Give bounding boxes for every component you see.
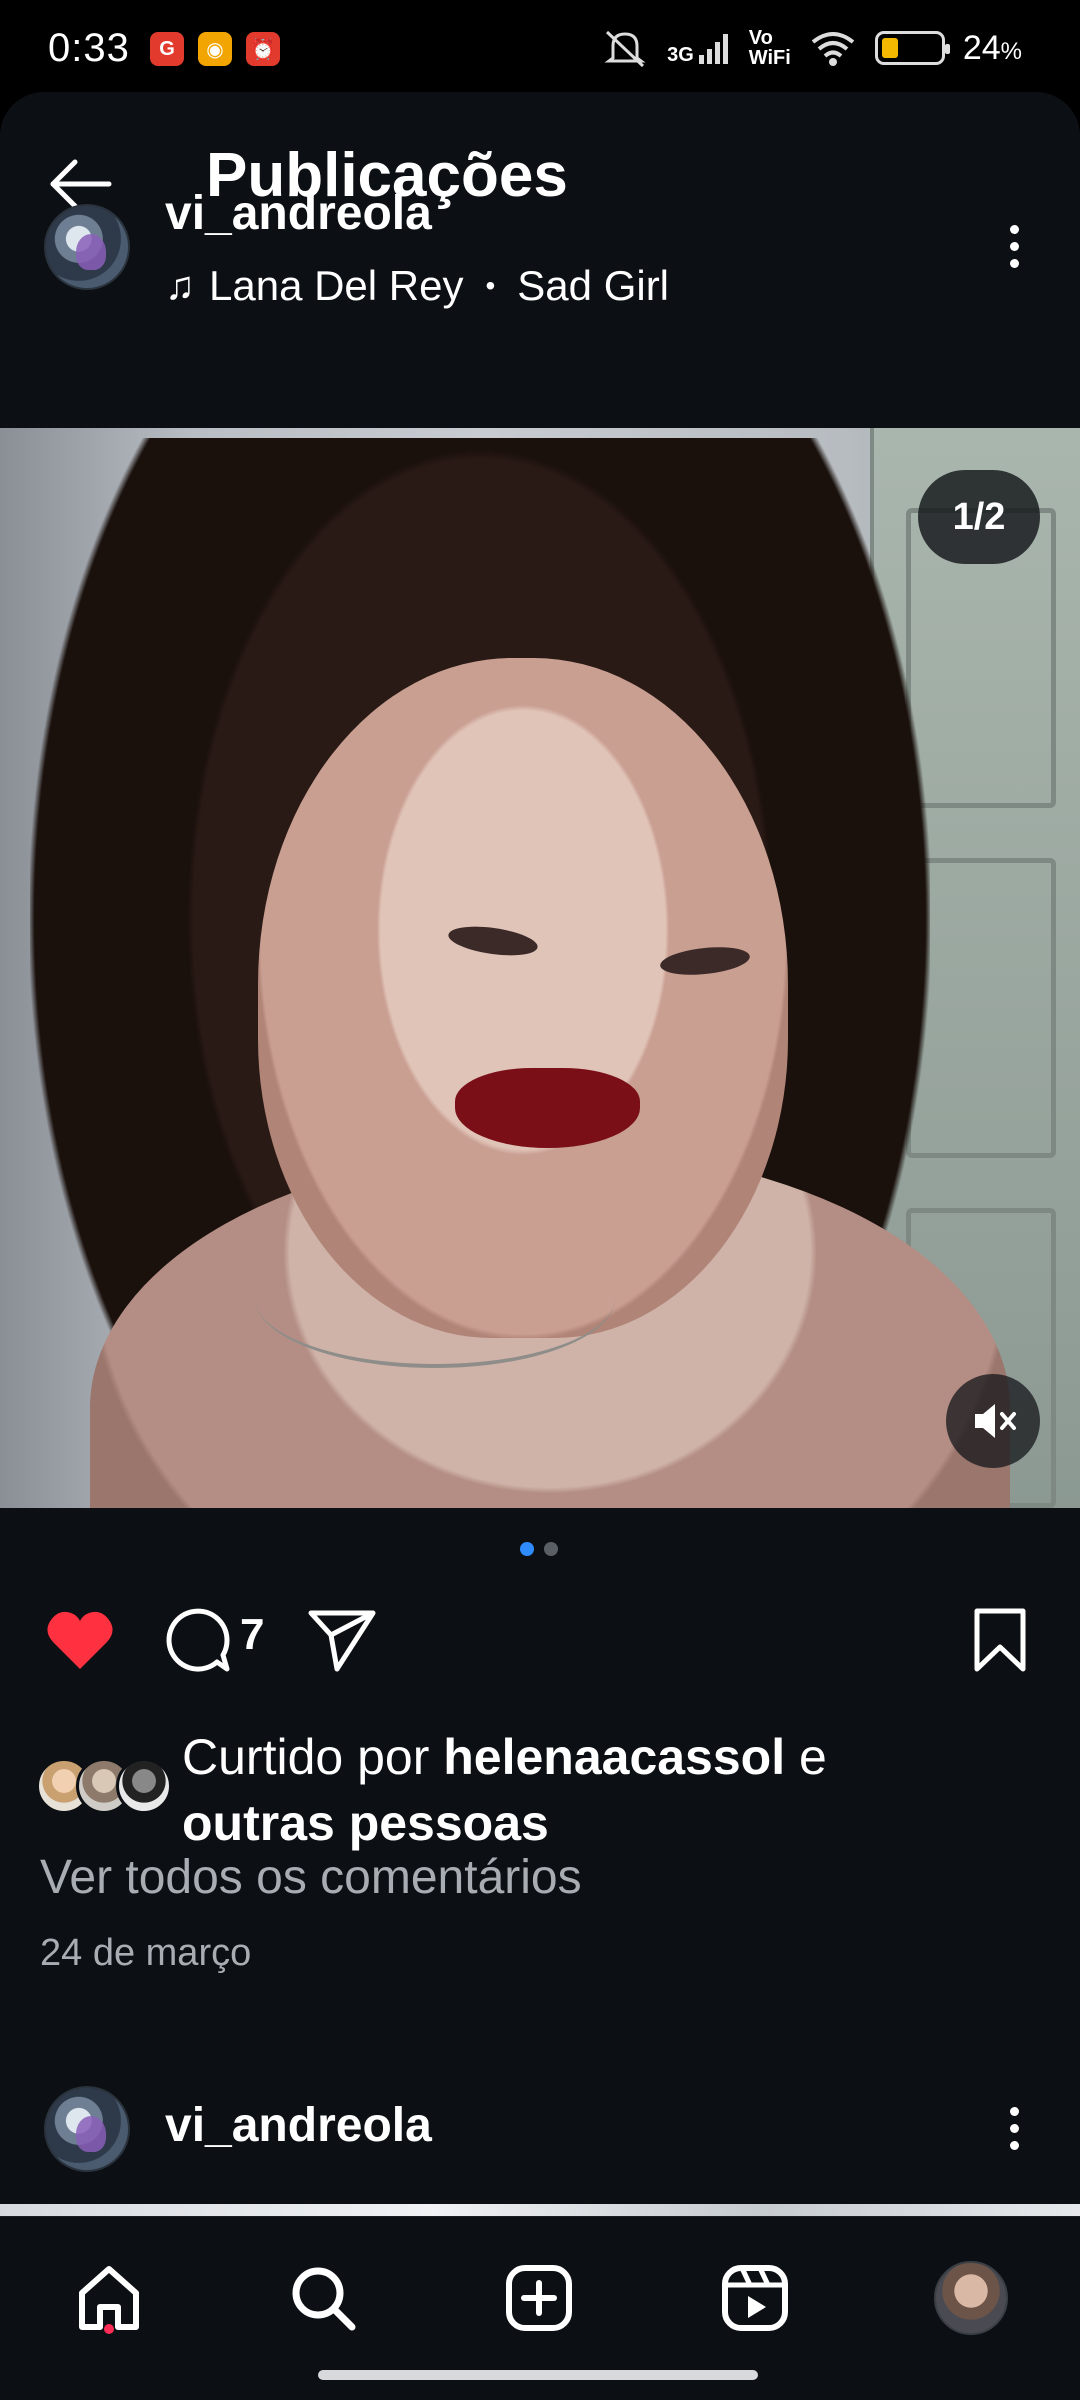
mute-bell-icon [604, 30, 646, 68]
next-post-author-avatar[interactable] [44, 2086, 130, 2172]
likes-summary[interactable]: Curtido por helenaacassol e outras pesso… [36, 1702, 1036, 1852]
app-panel: Publicações vi_andreola ♫ Lana Del Rey •… [0, 92, 1080, 2400]
music-artist: Lana Del Rey [209, 262, 464, 309]
post-more-options-button[interactable] [996, 206, 1032, 286]
plus-square-icon [506, 2265, 572, 2331]
liked-by-prefix: Curtido por [182, 1729, 444, 1785]
comment-count: 7 [240, 1610, 265, 1659]
status-indicators: 3G Vo WiFi 24% [603, 28, 1022, 68]
nav-profile[interactable] [926, 2253, 1016, 2343]
liked-by-middle: e [785, 1729, 827, 1785]
status-time: 0:33 [48, 26, 130, 70]
alarm-notification-icon: ⏰ [246, 32, 280, 66]
vowifi-bottom: WiFi [748, 47, 791, 69]
next-post-photo[interactable] [0, 2204, 1080, 2216]
photo-lips [455, 1068, 640, 1148]
profile-avatar [934, 2261, 1008, 2335]
signal-bars-icon [698, 34, 728, 64]
post-author-avatar[interactable] [44, 204, 130, 290]
vowifi-indicator: Vo WiFi [749, 28, 791, 68]
post-header: vi_andreola ♫ Lana Del Rey • Sad Girl [0, 92, 1080, 428]
reels-icon [722, 2265, 788, 2331]
liker-avatar [116, 1758, 172, 1814]
post-music-link[interactable]: ♫ Lana Del Rey • Sad Girl [165, 262, 669, 310]
next-post-username[interactable]: vi_andreola [165, 2098, 432, 2153]
home-icon [79, 2266, 139, 2330]
more-dot [1009, 2106, 1019, 2116]
speaker-muted-icon [975, 1404, 1016, 1438]
search-icon [292, 2267, 356, 2331]
nav-create[interactable] [494, 2253, 584, 2343]
carousel-indicator [520, 1542, 558, 1556]
music-separator: • [485, 270, 496, 301]
next-post-header: vi_andreola [0, 2086, 1080, 2176]
view-all-comments-link[interactable]: Ver todos os comentários [40, 1850, 582, 1905]
wifi-icon [811, 32, 855, 66]
more-dot [1009, 224, 1019, 234]
bookmark-icon [974, 1608, 1026, 1672]
more-dot [1009, 258, 1019, 268]
nav-reels[interactable] [710, 2253, 800, 2343]
like-button[interactable] [40, 1590, 120, 1690]
comment-icon [166, 1608, 230, 1672]
nav-search[interactable] [278, 2253, 368, 2343]
signal-3g: 3G [667, 31, 731, 65]
save-button[interactable] [960, 1590, 1040, 1690]
battery-icon [874, 31, 950, 65]
google-notification-icon: G [150, 32, 184, 66]
liked-by-text: Curtido por helenaacassol e outras pesso… [182, 1724, 1022, 1856]
app-notification-icon: ◉ [198, 32, 232, 66]
send-icon [308, 1610, 376, 1672]
system-home-indicator[interactable] [318, 2370, 758, 2380]
more-dot [1009, 2140, 1019, 2150]
battery-level [881, 38, 898, 58]
home-notification-dot [104, 2324, 114, 2334]
photo-necklace [255, 1228, 615, 1368]
next-post-more-options-button[interactable] [996, 2088, 1032, 2168]
carousel-counter: 1/2 [918, 470, 1040, 564]
liked-by-others[interactable]: outras pessoas [182, 1795, 549, 1851]
share-button[interactable] [302, 1590, 382, 1690]
carousel-dot [544, 1542, 558, 1556]
battery-percent-value: 24 [962, 28, 1001, 67]
signal-label: 3G [667, 44, 694, 66]
heart-filled-icon [47, 1611, 113, 1669]
post-date: 24 de março [40, 1932, 252, 1974]
battery-percentage: 24% [963, 29, 1022, 68]
comment-button[interactable] [158, 1590, 238, 1690]
battery-percent-sign: % [1000, 37, 1022, 65]
post-photo[interactable]: 1/2 [0, 428, 1080, 1508]
music-song: Sad Girl [517, 262, 670, 309]
more-dot [1009, 2123, 1019, 2133]
liked-by-user[interactable]: helenaacassol [443, 1729, 785, 1785]
music-note-icon: ♫ [165, 263, 195, 308]
mute-toggle-button[interactable] [946, 1374, 1040, 1468]
battery-cap [944, 44, 950, 54]
status-bar: 0:33 G ◉ ⏰ 3G Vo WiFi 24% [0, 0, 1080, 96]
post-username[interactable]: vi_andreola [165, 186, 432, 241]
more-dot [1009, 241, 1019, 251]
liker-avatars [36, 1758, 176, 1814]
carousel-dot-active [520, 1542, 534, 1556]
notification-icons: G ◉ ⏰ [150, 32, 280, 66]
vowifi-top: Vo [748, 27, 773, 49]
